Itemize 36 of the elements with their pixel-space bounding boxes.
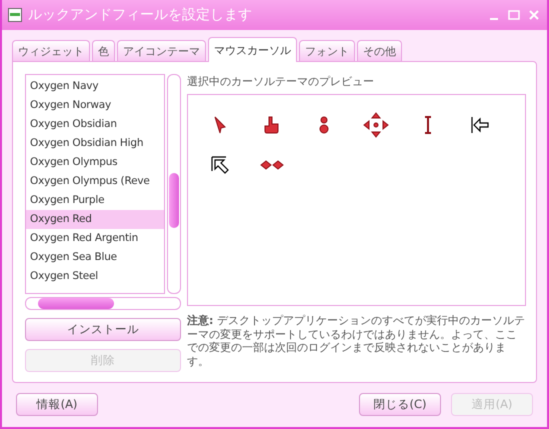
theme-item[interactable]: Oxygen Obsidian — [26, 115, 164, 134]
theme-item[interactable]: Oxygen Red — [26, 210, 164, 229]
resize-left-cursor-icon — [470, 116, 490, 134]
window-title: ルックアンドフィールを設定します — [28, 6, 253, 24]
theme-item[interactable]: Oxygen Purple — [26, 191, 164, 210]
theme-item[interactable]: Oxygen Red Argentin — [26, 229, 164, 248]
theme-item[interactable]: Oxygen Olympus (Reve — [26, 172, 164, 191]
vertical-scrollbar[interactable] — [167, 74, 181, 294]
theme-item[interactable]: Oxygen Sea Blue — [26, 248, 164, 267]
theme-item[interactable]: Oxygen Steel — [26, 267, 164, 286]
horizontal-scrollbar[interactable] — [25, 296, 181, 310]
tab[interactable]: フォント — [299, 40, 355, 61]
close-icon[interactable] — [527, 8, 541, 22]
tab[interactable]: ウィジェット — [12, 40, 90, 61]
resize-diagonal-cursor-icon — [211, 156, 229, 174]
theme-item[interactable]: Oxygen Navy — [26, 77, 164, 96]
resize-horizontal-cursor-icon — [260, 160, 284, 170]
tab[interactable]: マウスカーソル — [208, 37, 297, 62]
theme-item[interactable]: Oxygen Olympus — [26, 153, 164, 172]
text-cursor-icon — [424, 116, 432, 134]
maximize-icon[interactable] — [507, 8, 521, 22]
app-icon — [8, 8, 22, 22]
close-button[interactable]: 閉じる(C) — [359, 393, 441, 416]
install-button[interactable]: インストール — [25, 318, 181, 342]
hand-cursor-icon — [264, 116, 280, 134]
busy-cursor-icon — [319, 116, 329, 134]
preview-label: 選択中のカーソルテーマのプレビュー — [187, 74, 375, 89]
about-button[interactable]: 情報(A) — [16, 393, 98, 416]
theme-item[interactable]: Oxygen Obsidian High — [26, 134, 164, 153]
tab[interactable]: 色 — [92, 40, 115, 61]
arrow-cursor-icon — [214, 116, 226, 134]
note-text: 注意: デスクトップアプリケーションのすべてが実行中のカーソルテーマの変更をサポートしているわけではありません。よって、ここでの変更の一部は次回のログインまで反映されないことがあります。 — [187, 314, 526, 368]
tab[interactable]: その他 — [357, 40, 402, 61]
tab[interactable]: アイコンテーマ — [117, 40, 206, 61]
theme-item[interactable]: Oxygen Norway — [26, 96, 164, 115]
move-cursor-icon — [363, 112, 389, 138]
